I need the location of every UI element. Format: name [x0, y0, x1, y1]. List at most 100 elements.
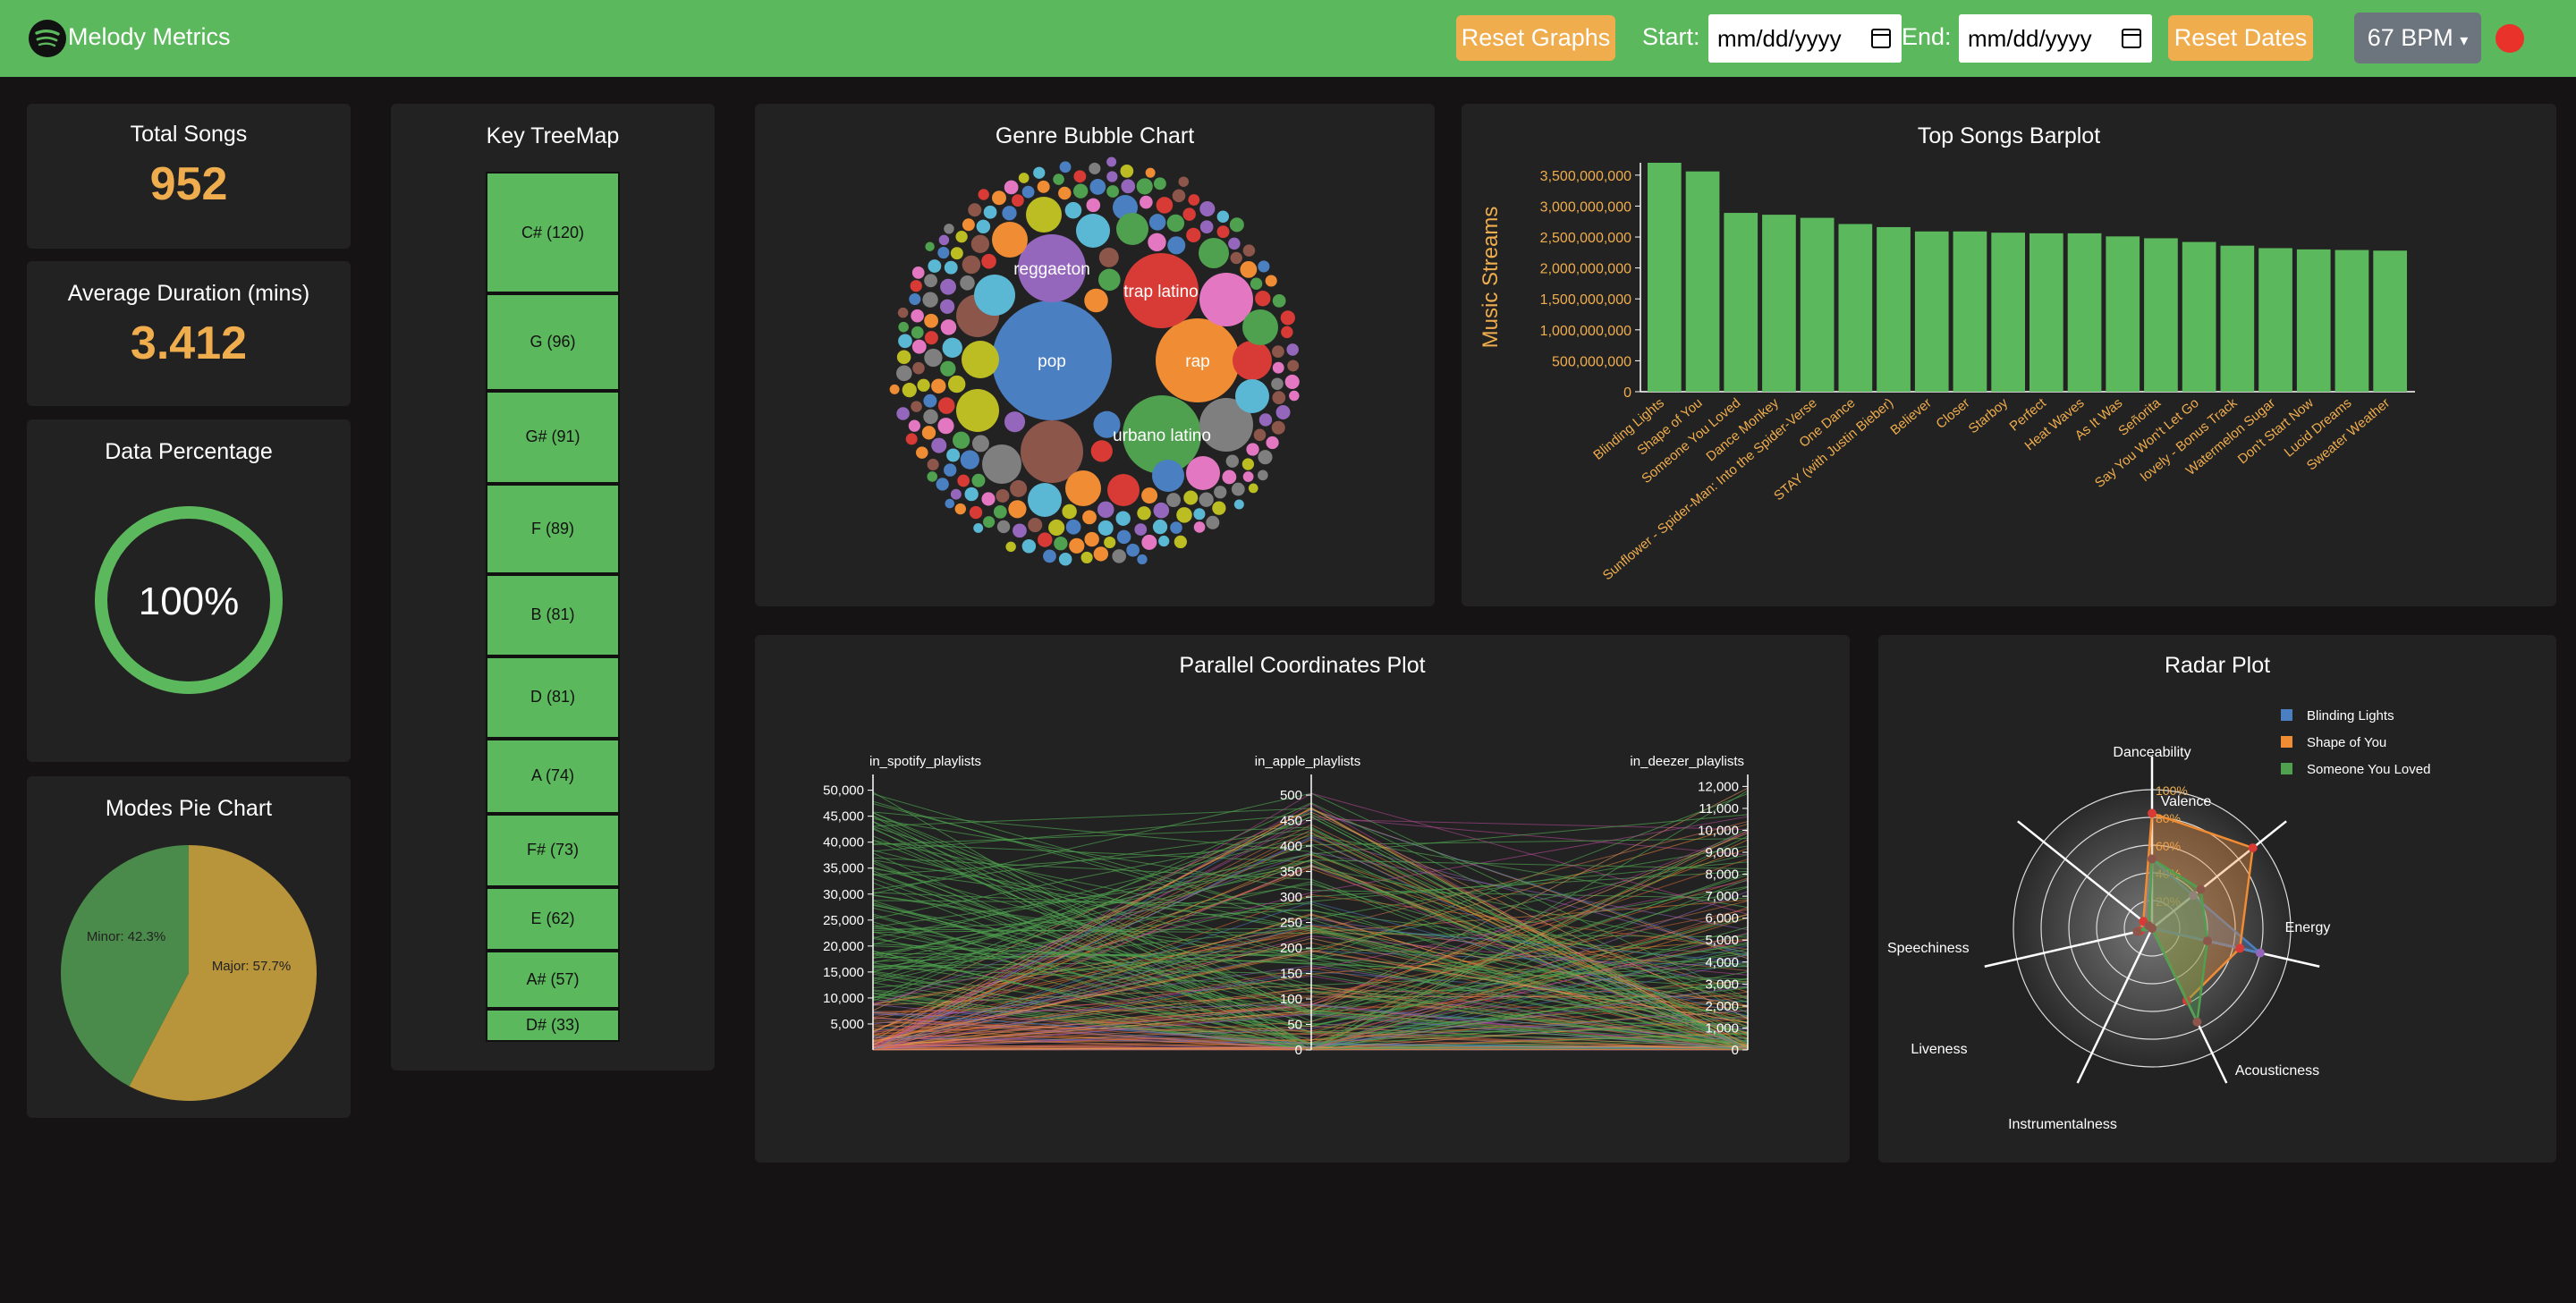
genre-bubble[interactable]	[1106, 171, 1118, 182]
genre-bubble[interactable]	[940, 319, 957, 335]
genre-bubble[interactable]	[1059, 161, 1072, 173]
genre-bubble[interactable]	[992, 222, 1028, 258]
genre-bubble[interactable]	[953, 431, 970, 449]
bar[interactable]	[1648, 163, 1682, 392]
genre-bubble[interactable]	[1272, 293, 1286, 308]
genre-bubble[interactable]	[1271, 377, 1284, 391]
bar[interactable]	[2182, 241, 2216, 392]
genre-bubble[interactable]	[969, 505, 983, 520]
bar[interactable]	[1953, 231, 1987, 392]
genre-bubble[interactable]	[1286, 343, 1299, 356]
genre-bubble[interactable]	[1098, 268, 1121, 292]
genre-bubble[interactable]	[1148, 214, 1166, 231]
genre-bubble[interactable]	[911, 326, 924, 339]
genre-bubble[interactable]	[1145, 167, 1156, 178]
genre-bubble[interactable]	[912, 361, 925, 375]
genre-bubble[interactable]	[1166, 493, 1181, 508]
radar-point[interactable]	[2202, 936, 2212, 946]
genre-bubble[interactable]	[927, 458, 939, 470]
bar[interactable]	[1838, 224, 1873, 392]
genre-bubble[interactable]	[1082, 510, 1097, 525]
genre-bubble[interactable]	[944, 224, 954, 234]
treemap-cell[interactable]: F (89)	[486, 483, 620, 574]
genre-bubble[interactable]	[981, 253, 996, 269]
genre-bubble[interactable]	[1090, 440, 1113, 462]
genre-bubble[interactable]	[1241, 458, 1255, 470]
genre-bubble[interactable]	[1172, 189, 1186, 203]
genre-bubble[interactable]	[1013, 523, 1027, 538]
genre-bubble[interactable]	[1106, 185, 1120, 198]
genre-bubble[interactable]	[938, 234, 950, 246]
genre-bubble[interactable]	[911, 267, 925, 279]
genre-bubble[interactable]	[1216, 225, 1230, 239]
genre-bubble[interactable]	[1280, 310, 1295, 326]
genre-bubble[interactable]	[1018, 173, 1030, 183]
genre-bubble[interactable]	[1098, 247, 1119, 267]
genre-bubble[interactable]	[917, 378, 930, 392]
genre-bubble[interactable]	[1199, 492, 1214, 507]
genre-bubble[interactable]	[1188, 194, 1200, 206]
treemap-cell[interactable]: B (81)	[486, 573, 620, 656]
genre-bubble[interactable]	[1225, 454, 1239, 468]
genre-bubble[interactable]	[936, 478, 949, 491]
genre-bubble[interactable]	[928, 259, 942, 273]
genre-bubble[interactable]	[1266, 436, 1279, 450]
genre-bubble[interactable]	[1084, 288, 1108, 313]
genre-bubble[interactable]	[962, 255, 981, 275]
bar[interactable]	[2106, 236, 2140, 392]
calendar-icon[interactable]	[1871, 29, 1891, 48]
genre-bubble[interactable]	[940, 360, 956, 377]
genre-bubble[interactable]	[1097, 520, 1114, 536]
genre-bubble[interactable]	[911, 401, 922, 412]
genre-bubble[interactable]	[1176, 507, 1192, 523]
genre-bubble[interactable]	[1258, 470, 1268, 481]
bar[interactable]	[2029, 233, 2063, 392]
genre-bubble[interactable]	[1156, 197, 1174, 214]
genre-bubble[interactable]	[1054, 537, 1068, 551]
genre-bubble[interactable]	[1058, 552, 1072, 566]
genre-bubble[interactable]	[1112, 549, 1126, 563]
genre-bubble[interactable]	[1240, 260, 1258, 278]
radar-point[interactable]	[2235, 943, 2245, 953]
bar[interactable]	[2373, 250, 2407, 392]
genre-bubble[interactable]	[1231, 482, 1245, 496]
start-date-input[interactable]: mm/dd/yyyy	[1708, 14, 1902, 63]
bar[interactable]	[2144, 238, 2178, 392]
genre-bubble[interactable]	[1080, 551, 1093, 563]
genre-bubble[interactable]	[924, 274, 937, 288]
genre-bubble[interactable]	[1258, 413, 1273, 427]
genre-bubble[interactable]	[1107, 474, 1140, 506]
genre-bubble[interactable]	[1037, 180, 1050, 193]
genre-bubble[interactable]	[1076, 214, 1110, 248]
genre-bubble[interactable]	[955, 231, 968, 243]
genre-bubble[interactable]	[1174, 535, 1187, 549]
genre-bubble[interactable]	[931, 437, 947, 453]
radar-point[interactable]	[2192, 1017, 2202, 1027]
genre-bubble[interactable]	[1028, 518, 1043, 533]
genre-bubble[interactable]	[902, 382, 917, 398]
genre-bubble[interactable]	[1134, 523, 1148, 536]
genre-bubble[interactable]	[1242, 244, 1256, 257]
genre-bubble[interactable]	[1012, 194, 1024, 207]
genre-bubble[interactable]	[1248, 483, 1258, 494]
treemap-cell[interactable]: D (81)	[486, 656, 620, 739]
radar-point[interactable]	[2148, 854, 2157, 864]
genre-bubble[interactable]	[976, 219, 991, 234]
genre-bubble[interactable]	[1242, 471, 1254, 482]
genre-bubble[interactable]	[1214, 486, 1227, 499]
genre-bubble[interactable]	[1004, 411, 1026, 433]
genre-bubble[interactable]	[1242, 309, 1278, 345]
genre-bubble[interactable]	[924, 348, 943, 368]
genre-bubble[interactable]	[1069, 537, 1085, 554]
genre-bubble[interactable]	[911, 339, 927, 354]
radar-point[interactable]	[2196, 884, 2206, 894]
genre-bubble[interactable]	[1084, 531, 1099, 547]
genre-bubble[interactable]	[1265, 275, 1277, 287]
genre-bubble[interactable]	[1064, 201, 1082, 219]
genre-bubble[interactable]	[971, 473, 986, 487]
radar-point[interactable]	[2255, 948, 2265, 958]
genre-bubble[interactable]	[982, 444, 1021, 484]
genre-bubble[interactable]	[916, 446, 928, 459]
genre-bubble[interactable]	[983, 205, 997, 219]
genre-bubble[interactable]	[1026, 197, 1062, 233]
